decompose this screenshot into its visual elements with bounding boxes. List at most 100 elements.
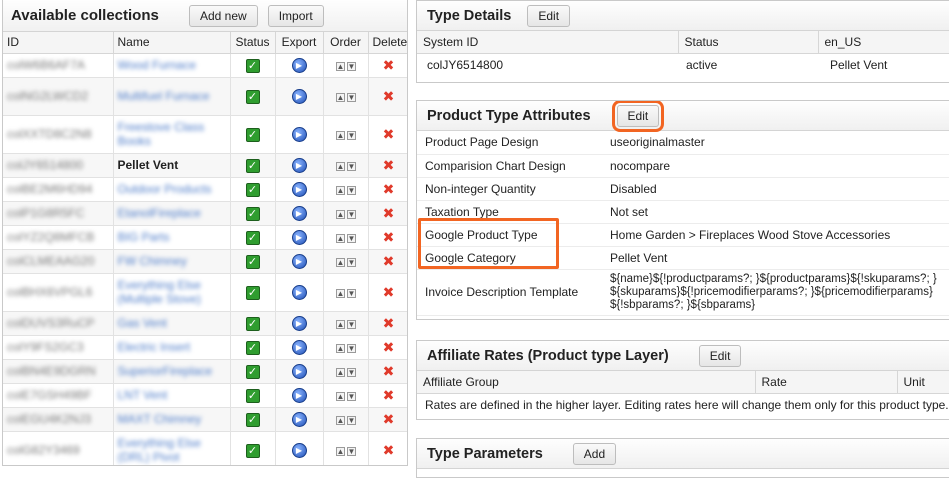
check-icon[interactable]: ✓ xyxy=(245,254,260,269)
collection-name-link[interactable]: Everything Else (DRL) Pivot xyxy=(118,436,201,464)
move-down-icon[interactable]: ▼ xyxy=(346,162,356,171)
move-down-icon[interactable]: ▼ xyxy=(346,186,356,195)
delete-icon[interactable]: ✖ xyxy=(383,411,395,427)
order-arrows-icon[interactable]: ▲ ▼ xyxy=(335,162,357,171)
type-details-edit-button[interactable]: Edit xyxy=(527,4,571,27)
table-row[interactable]: colG82Y3469 Everything Else (DRL) Pivot ✓ ▶… xyxy=(3,431,407,465)
move-down-icon[interactable]: ▼ xyxy=(346,392,356,401)
order-arrows-icon[interactable]: ▲ ▼ xyxy=(335,392,357,401)
move-down-icon[interactable]: ▼ xyxy=(346,258,356,267)
table-row[interactable]: colP1G8R5FC EtanolFireplace ✓ ▶ ▲ ▼ ✖ xyxy=(3,201,407,226)
table-row[interactable]: colW6B6AF7A Wood Furnace ✓ ▶ ▲ ▼ ✖ xyxy=(3,53,407,78)
order-arrows-icon[interactable]: ▲ ▼ xyxy=(335,368,357,377)
check-icon[interactable]: ✓ xyxy=(245,58,260,73)
table-row[interactable]: colBE2M6HD94 Outdoor Products ✓ ▶ ▲ ▼ ✖ xyxy=(3,177,407,202)
export-icon[interactable]: ▶ xyxy=(291,127,307,142)
move-down-icon[interactable]: ▼ xyxy=(346,210,356,219)
collection-name-link[interactable]: EtanolFireplace xyxy=(118,206,201,220)
move-down-icon[interactable]: ▼ xyxy=(346,416,356,425)
check-icon[interactable]: ✓ xyxy=(245,230,260,245)
table-row[interactable]: colY9FS2GC3 Electric Insert ✓ ▶ ▲ ▼ ✖ xyxy=(3,335,407,360)
move-up-icon[interactable]: ▲ xyxy=(335,162,345,171)
check-icon[interactable]: ✓ xyxy=(245,388,260,403)
move-down-icon[interactable]: ▼ xyxy=(346,62,356,71)
collection-name-link[interactable]: MAXT Chimney xyxy=(118,412,202,426)
export-icon[interactable]: ▶ xyxy=(291,182,307,197)
collection-name[interactable]: BIG Parts xyxy=(113,225,231,250)
table-row[interactable]: colYZ2Q8MFCB BIG Parts ✓ ▶ ▲ ▼ ✖ xyxy=(3,225,407,250)
check-icon[interactable]: ✓ xyxy=(245,182,260,197)
check-icon[interactable]: ✓ xyxy=(245,412,260,427)
move-up-icon[interactable]: ▲ xyxy=(335,416,345,425)
order-arrows-icon[interactable]: ▲ ▼ xyxy=(335,320,357,329)
order-arrows-icon[interactable]: ▲ ▼ xyxy=(335,289,357,298)
delete-icon[interactable]: ✖ xyxy=(383,284,395,300)
type-parameters-add-button[interactable]: Add xyxy=(572,442,617,465)
order-arrows-icon[interactable]: ▲ ▼ xyxy=(335,344,357,353)
order-arrows-icon[interactable]: ▲ ▼ xyxy=(335,210,357,219)
move-up-icon[interactable]: ▲ xyxy=(335,186,345,195)
collection-name-link[interactable]: Wood Furnace xyxy=(118,58,197,72)
move-up-icon[interactable]: ▲ xyxy=(335,320,345,329)
check-icon[interactable]: ✓ xyxy=(245,443,260,458)
order-arrows-icon[interactable]: ▲ ▼ xyxy=(335,62,357,71)
export-icon[interactable]: ▶ xyxy=(291,443,307,458)
export-icon[interactable]: ▶ xyxy=(291,412,307,427)
collection-name[interactable]: FW Chimney xyxy=(113,249,231,274)
move-up-icon[interactable]: ▲ xyxy=(335,62,345,71)
table-row[interactable]: colBN4E9DGRN SuperiorFireplace ✓ ▶ ▲ ▼ ✖ xyxy=(3,359,407,384)
order-arrows-icon[interactable]: ▲ ▼ xyxy=(335,416,357,425)
collection-name[interactable]: Wood Furnace xyxy=(113,53,231,78)
order-arrows-icon[interactable]: ▲ ▼ xyxy=(335,258,357,267)
move-up-icon[interactable]: ▲ xyxy=(335,289,345,298)
collection-name[interactable]: SuperiorFireplace xyxy=(113,359,231,384)
export-icon[interactable]: ▶ xyxy=(291,316,307,331)
collection-name[interactable]: Outdoor Products xyxy=(113,177,231,202)
move-down-icon[interactable]: ▼ xyxy=(346,289,356,298)
check-icon[interactable]: ✓ xyxy=(245,316,260,331)
export-icon[interactable]: ▶ xyxy=(291,58,307,73)
table-row[interactable]: colXXTD8C2N8 Freestove Class Books ✓ ▶ ▲ ▼ ✖ xyxy=(3,115,407,154)
table-row[interactable]: colCLMEAAG20 FW Chimney ✓ ▶ ▲ ▼ ✖ xyxy=(3,249,407,274)
collection-name[interactable]: Multifuel Furnace xyxy=(113,77,231,116)
export-icon[interactable]: ▶ xyxy=(291,206,307,221)
check-icon[interactable]: ✓ xyxy=(245,158,260,173)
order-arrows-icon[interactable]: ▲ ▼ xyxy=(335,234,357,243)
import-button[interactable]: Import xyxy=(267,4,324,27)
collection-name-link[interactable]: Pellet Vent xyxy=(118,158,179,172)
move-up-icon[interactable]: ▲ xyxy=(335,210,345,219)
collection-name-link[interactable]: Outdoor Products xyxy=(118,182,212,196)
move-up-icon[interactable]: ▲ xyxy=(335,368,345,377)
collection-name[interactable]: MAXT Chimney xyxy=(113,407,231,432)
check-icon[interactable]: ✓ xyxy=(245,89,260,104)
move-down-icon[interactable]: ▼ xyxy=(346,344,356,353)
collection-name[interactable]: Everything Else (DRL) Pivot xyxy=(113,431,231,465)
collection-name-link[interactable]: FW Chimney xyxy=(118,254,187,268)
collection-name-link[interactable]: Freestove Class Books xyxy=(118,120,205,148)
export-icon[interactable]: ▶ xyxy=(291,285,307,300)
add-new-button[interactable]: Add new xyxy=(189,4,258,27)
delete-icon[interactable]: ✖ xyxy=(383,88,395,104)
move-up-icon[interactable]: ▲ xyxy=(335,93,345,102)
order-arrows-icon[interactable]: ▲ ▼ xyxy=(335,93,357,102)
delete-icon[interactable]: ✖ xyxy=(383,253,395,269)
move-up-icon[interactable]: ▲ xyxy=(335,258,345,267)
delete-icon[interactable]: ✖ xyxy=(383,442,395,458)
collection-name[interactable]: LNT Vent xyxy=(113,383,231,408)
check-icon[interactable]: ✓ xyxy=(245,127,260,142)
move-down-icon[interactable]: ▼ xyxy=(346,368,356,377)
table-row[interactable]: colJY6514800 Pellet Vent ✓ ▶ ▲ ▼ ✖ xyxy=(3,153,407,178)
delete-icon[interactable]: ✖ xyxy=(383,57,395,73)
export-icon[interactable]: ▶ xyxy=(291,230,307,245)
collection-name[interactable]: Freestove Class Books xyxy=(113,115,231,154)
delete-icon[interactable]: ✖ xyxy=(383,363,395,379)
delete-icon[interactable]: ✖ xyxy=(383,157,395,173)
order-arrows-icon[interactable]: ▲ ▼ xyxy=(335,186,357,195)
delete-icon[interactable]: ✖ xyxy=(383,387,395,403)
delete-icon[interactable]: ✖ xyxy=(383,315,395,331)
move-down-icon[interactable]: ▼ xyxy=(346,447,356,456)
export-icon[interactable]: ▶ xyxy=(291,364,307,379)
collection-name-link[interactable]: BIG Parts xyxy=(118,230,170,244)
delete-icon[interactable]: ✖ xyxy=(383,205,395,221)
table-row[interactable]: colBHX6VPGL6 Everything Else (Multiple St… xyxy=(3,273,407,312)
